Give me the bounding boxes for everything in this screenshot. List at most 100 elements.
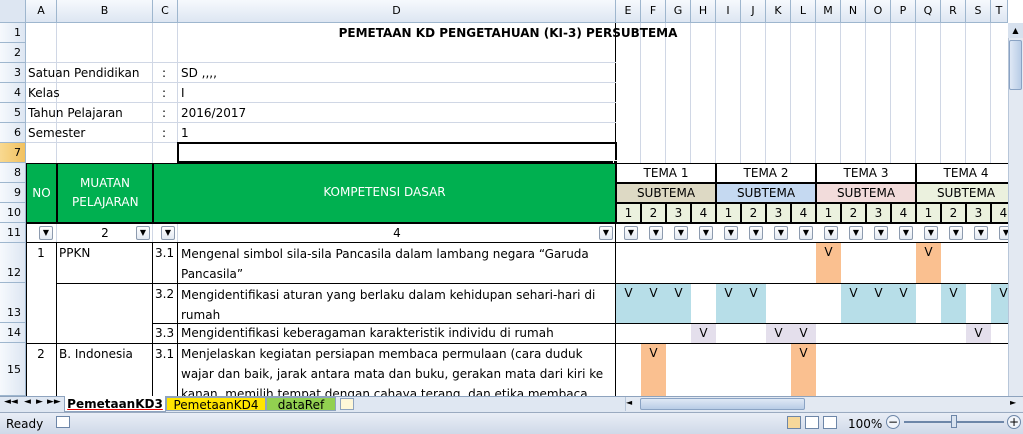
select-all-corner[interactable]: [0, 0, 26, 23]
row-header-3[interactable]: 3: [0, 63, 26, 83]
column-header-m[interactable]: M: [816, 0, 841, 23]
column-header-k[interactable]: K: [766, 0, 791, 23]
column-header-d[interactable]: D: [178, 0, 616, 23]
sheet-tab-dataref[interactable]: dataRef: [266, 397, 336, 411]
scroll-up-arrow[interactable]: ▲: [1008, 23, 1023, 38]
filter-dropdown-h[interactable]: ▼: [699, 226, 713, 240]
sub-number: 3: [666, 203, 691, 223]
active-cell-d7[interactable]: [177, 142, 617, 163]
scroll-left-arrow[interactable]: ◄: [626, 398, 632, 407]
column-header-n[interactable]: N: [841, 0, 866, 23]
info-sep-satuan: :: [162, 66, 167, 80]
row-header-2[interactable]: 2: [0, 43, 26, 63]
sub-number: 1: [816, 203, 841, 223]
filter-dropdown-p[interactable]: ▼: [899, 226, 913, 240]
filter-dropdown-a[interactable]: ▼: [39, 226, 53, 240]
filter-dropdown-k[interactable]: ▼: [774, 226, 788, 240]
mark-gap: [691, 284, 716, 323]
column-header-s[interactable]: S: [966, 0, 991, 23]
normal-view-icon[interactable]: [787, 416, 801, 429]
mark-cell: V: [616, 284, 641, 302]
filter-dropdown-i[interactable]: ▼: [724, 226, 738, 240]
row-kd-no: 3.1: [155, 246, 175, 260]
column-header-a[interactable]: A: [26, 0, 57, 23]
column-header-r[interactable]: R: [941, 0, 966, 23]
filter-dropdown-g[interactable]: ▼: [674, 226, 688, 240]
scroll-right-arrow[interactable]: ►: [1010, 398, 1016, 407]
column-header-e[interactable]: E: [616, 0, 641, 23]
column-header-b[interactable]: B: [57, 0, 153, 23]
row-header-1[interactable]: 1: [0, 23, 26, 43]
filter-dropdown-n[interactable]: ▼: [849, 226, 863, 240]
mark-cell: V: [916, 243, 941, 283]
filter-dropdown-q[interactable]: ▼: [924, 226, 938, 240]
filter-dropdown-f[interactable]: ▼: [649, 226, 663, 240]
row-header-13[interactable]: 13: [0, 283, 26, 323]
h-scroll-thumb[interactable]: [640, 398, 805, 410]
row-header-5[interactable]: 5: [0, 103, 26, 123]
filter-dropdown-c[interactable]: ▼: [161, 226, 175, 240]
tab-first-arrow[interactable]: ◄◄: [4, 397, 18, 407]
filter-dropdown-r[interactable]: ▼: [949, 226, 963, 240]
column-header-t[interactable]: T: [991, 0, 1008, 23]
sub-number: 1: [616, 203, 641, 223]
sub-number: 4: [791, 203, 816, 223]
column-header-g[interactable]: G: [666, 0, 691, 23]
row-header-15[interactable]: 15: [0, 343, 26, 396]
column-header-j[interactable]: J: [741, 0, 766, 23]
filter-dropdown-m[interactable]: ▼: [824, 226, 838, 240]
filter-dropdown-l[interactable]: ▼: [799, 226, 813, 240]
zoom-out-icon[interactable]: −: [886, 415, 900, 429]
mark-cell: V: [966, 324, 991, 343]
zoom-in-icon[interactable]: +: [1007, 415, 1021, 429]
sub-number: 2: [841, 203, 866, 223]
sub-number: 2: [641, 203, 666, 223]
zoom-level[interactable]: 100%: [848, 415, 882, 433]
tab-prev-arrow[interactable]: ◄: [24, 397, 31, 407]
tab-last-arrow[interactable]: ►►: [47, 397, 61, 407]
column-header-o[interactable]: O: [866, 0, 891, 23]
column-header-i[interactable]: I: [716, 0, 741, 23]
gridline: [765, 23, 766, 163]
macro-record-icon[interactable]: [56, 416, 70, 428]
sub-number: 3: [766, 203, 791, 223]
gridline: [640, 23, 641, 163]
column-header-c[interactable]: C: [153, 0, 178, 23]
page-layout-view-icon[interactable]: [805, 416, 819, 429]
filter-dropdown-s[interactable]: ▼: [974, 226, 988, 240]
sheet-tab-pemetaankd3[interactable]: PemetaanKD3: [64, 396, 166, 412]
row-header-8[interactable]: 8: [0, 163, 26, 183]
filter-dropdown-b[interactable]: ▼: [136, 226, 150, 240]
filter-dropdown-d[interactable]: ▼: [599, 226, 613, 240]
row-header-10[interactable]: 10: [0, 203, 26, 223]
mark-cell: V: [766, 324, 791, 343]
row-header-14[interactable]: 14: [0, 323, 26, 343]
column-header-p[interactable]: P: [891, 0, 916, 23]
filter-dropdown-o[interactable]: ▼: [874, 226, 888, 240]
row-header-6[interactable]: 6: [0, 123, 26, 143]
row-header-9[interactable]: 9: [0, 183, 26, 203]
insert-sheet-icon[interactable]: [340, 398, 354, 410]
row-header-4[interactable]: 4: [0, 83, 26, 103]
row-header-12[interactable]: 12: [0, 243, 26, 283]
filter-dropdown-e[interactable]: ▼: [624, 226, 638, 240]
sheet-tab-pemetaankd4[interactable]: PemetaanKD4: [166, 397, 266, 411]
scroll-thumb[interactable]: [1009, 40, 1022, 90]
mark-cell: V: [891, 284, 916, 302]
column-header-h[interactable]: H: [691, 0, 716, 23]
sub-number: 4: [891, 203, 916, 223]
tema-2-header: TEMA 2: [716, 163, 816, 183]
column-header-q[interactable]: Q: [916, 0, 941, 23]
gridline: [26, 122, 616, 123]
page-break-view-icon[interactable]: [823, 416, 837, 429]
column-header-l[interactable]: L: [791, 0, 816, 23]
row-header-7[interactable]: 7: [0, 143, 26, 163]
zoom-slider-thumb[interactable]: [951, 415, 957, 428]
column-header-f[interactable]: F: [641, 0, 666, 23]
sub-number: 3: [866, 203, 891, 223]
row-no: 2: [37, 347, 45, 361]
row-header-11[interactable]: 11: [0, 223, 26, 243]
mark-cell: V: [741, 284, 766, 302]
tab-next-arrow[interactable]: ►: [36, 397, 43, 407]
filter-dropdown-j[interactable]: ▼: [749, 226, 763, 240]
